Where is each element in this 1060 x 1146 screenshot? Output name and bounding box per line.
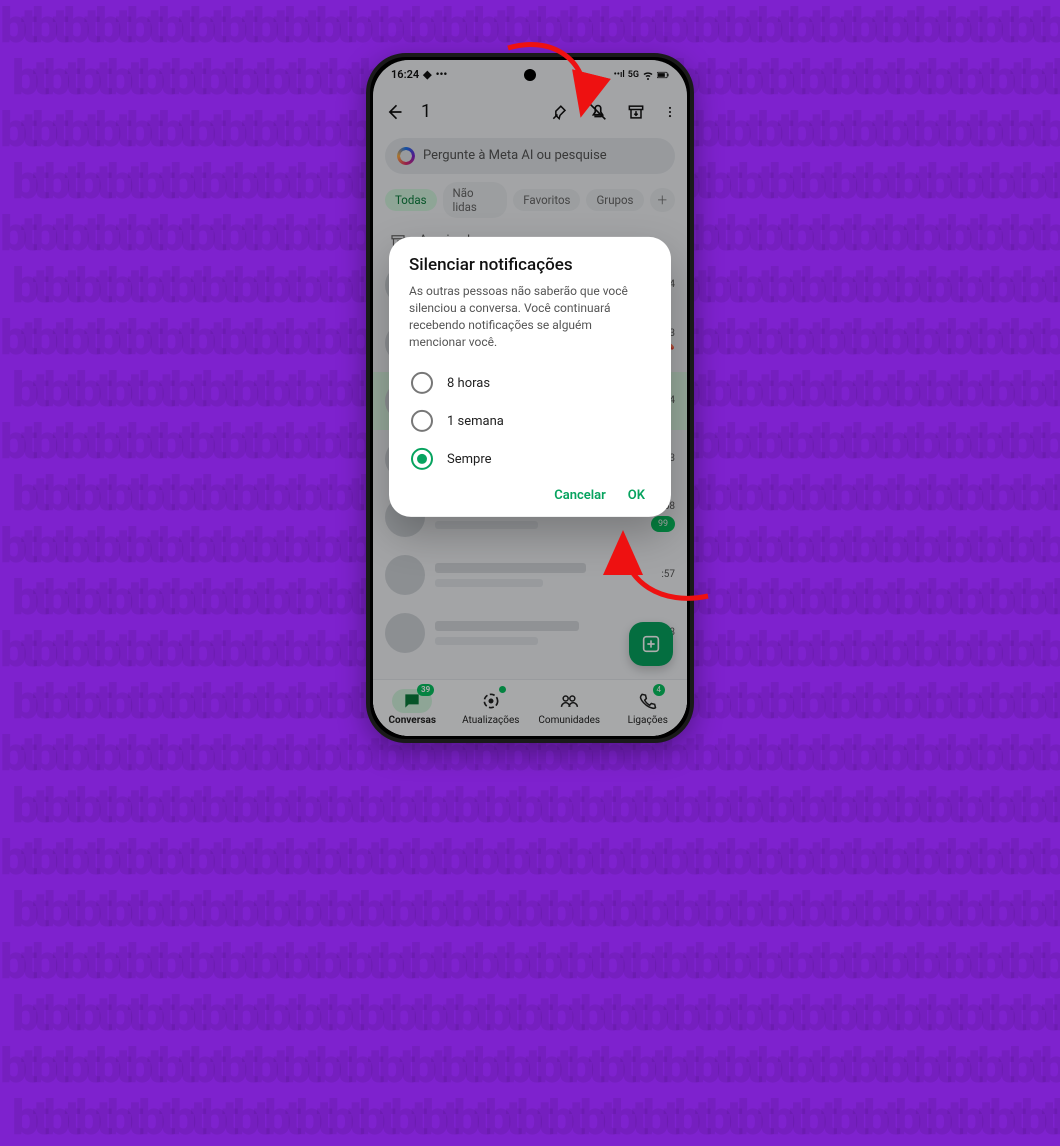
tutorial-arrow-bottom <box>608 528 728 622</box>
dialog-body: As outras pessoas não saberão que você s… <box>409 283 651 350</box>
radio-always[interactable]: Sempre <box>409 440 651 478</box>
mute-dialog: Silenciar notificações As outras pessoas… <box>389 237 671 517</box>
radio-1-week[interactable]: 1 semana <box>409 402 651 440</box>
phone-frame: 16:24 ◆ ••• ••ıl 5G 1 <box>366 53 694 743</box>
phone-side-button <box>692 227 694 281</box>
dialog-title: Silenciar notificações <box>409 255 651 275</box>
tutorial-arrow-top <box>498 38 618 152</box>
dialog-cancel-button[interactable]: Cancelar <box>554 488 606 503</box>
radio-icon <box>411 448 433 470</box>
radio-8-hours[interactable]: 8 horas <box>409 364 651 402</box>
phone-screen: 16:24 ◆ ••• ••ıl 5G 1 <box>373 60 687 736</box>
phone-side-button <box>692 297 694 387</box>
dialog-ok-button[interactable]: OK <box>628 488 645 503</box>
radio-icon <box>411 372 433 394</box>
radio-icon <box>411 410 433 432</box>
